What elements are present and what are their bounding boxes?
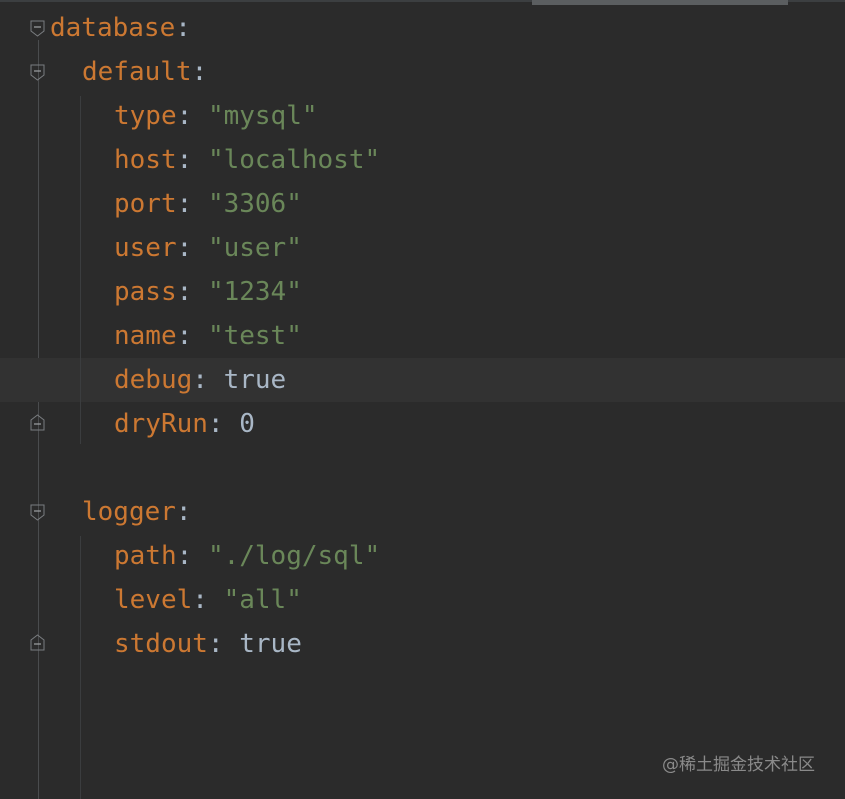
- yaml-literal-value: true: [223, 365, 287, 395]
- code-editor[interactable]: database: default: type: "mysql" host: "…: [0, 0, 845, 799]
- yaml-colon: :: [192, 585, 224, 615]
- fold-open-icon[interactable]: [30, 20, 45, 37]
- code-line[interactable]: stdout: true: [114, 622, 302, 666]
- yaml-string-value: "mysql": [207, 101, 318, 131]
- code-line[interactable]: level: "all": [114, 578, 302, 622]
- yaml-string-value: "all": [223, 585, 302, 615]
- yaml-colon: :: [207, 629, 240, 659]
- yaml-colon: :: [176, 233, 208, 263]
- yaml-key: user: [114, 233, 177, 263]
- code-line[interactable]: pass: "1234": [114, 270, 302, 314]
- yaml-key: name: [114, 321, 177, 351]
- code-line[interactable]: host: "localhost": [114, 138, 380, 182]
- code-line[interactable]: type: "mysql": [114, 94, 318, 138]
- code-line[interactable]: port: "3306": [114, 182, 302, 226]
- yaml-colon: :: [176, 277, 208, 307]
- code-line-current[interactable]: debug: true: [114, 358, 286, 402]
- yaml-literal-value: true: [239, 629, 302, 659]
- yaml-key: type: [114, 101, 177, 131]
- yaml-key: database: [50, 13, 176, 43]
- fold-open-icon[interactable]: [30, 64, 45, 81]
- yaml-key: level: [114, 585, 193, 615]
- yaml-string-value: "3306": [207, 189, 302, 219]
- yaml-key: dryRun: [114, 409, 208, 439]
- yaml-colon: :: [176, 321, 208, 351]
- yaml-key: port: [114, 189, 177, 219]
- yaml-string-value: "localhost": [207, 145, 381, 175]
- yaml-string-value: "./log/sql": [207, 541, 381, 571]
- code-line[interactable]: user: "user": [114, 226, 302, 270]
- yaml-string-value: "1234": [207, 277, 302, 307]
- code-line[interactable]: database:: [50, 6, 191, 50]
- code-line[interactable]: dryRun: 0: [114, 402, 255, 446]
- yaml-colon: :: [175, 497, 192, 527]
- fold-end-icon[interactable]: [30, 414, 45, 431]
- indent-guide: [80, 96, 81, 444]
- yaml-colon: :: [176, 101, 208, 131]
- yaml-key: default: [82, 57, 192, 87]
- yaml-colon: :: [176, 541, 208, 571]
- yaml-key: path: [114, 541, 177, 571]
- code-line[interactable]: default:: [82, 50, 207, 94]
- yaml-colon: :: [191, 57, 208, 87]
- fold-end-icon[interactable]: [30, 634, 45, 651]
- yaml-colon: :: [207, 409, 240, 439]
- yaml-key: debug: [114, 365, 193, 395]
- yaml-colon: :: [192, 365, 224, 395]
- yaml-literal-value: 0: [239, 409, 255, 439]
- yaml-string-value: "user": [207, 233, 302, 263]
- yaml-colon: :: [176, 189, 208, 219]
- yaml-key: pass: [114, 277, 177, 307]
- yaml-key: stdout: [114, 629, 208, 659]
- fold-open-icon[interactable]: [30, 504, 45, 521]
- yaml-string-value: "test": [207, 321, 302, 351]
- yaml-colon: :: [175, 13, 191, 43]
- code-line[interactable]: logger:: [82, 490, 192, 534]
- indent-guide: [80, 536, 81, 799]
- yaml-key: logger: [82, 497, 176, 527]
- yaml-colon: :: [176, 145, 208, 175]
- code-line[interactable]: path: "./log/sql": [114, 534, 380, 578]
- horizontal-scrollbar-thumb[interactable]: [532, 0, 788, 5]
- code-line[interactable]: name: "test": [114, 314, 302, 358]
- watermark: @稀土掘金技术社区: [662, 755, 815, 775]
- yaml-key: host: [114, 145, 177, 175]
